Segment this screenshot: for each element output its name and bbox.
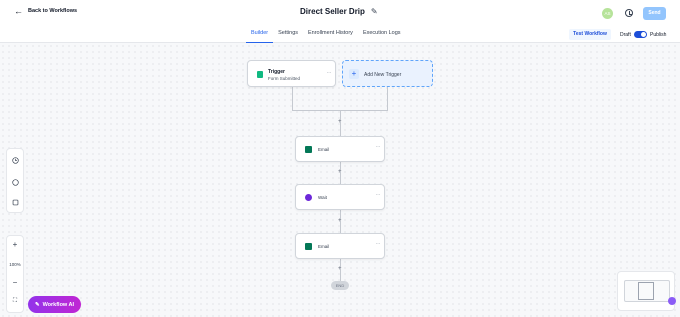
add-step-plus-icon[interactable]: + (338, 169, 342, 175)
fit-view-icon[interactable]: ⛶ (7, 298, 23, 305)
test-workflow-button[interactable]: Test Workflow (569, 29, 611, 40)
step-node-wait[interactable]: Wait ··· (295, 184, 385, 210)
email-icon (305, 146, 312, 153)
more-icon[interactable]: ··· (376, 144, 381, 150)
workflow-ai-label: Workflow AI (42, 301, 75, 308)
step-label: Email (318, 147, 330, 152)
back-to-workflows-link[interactable]: ← Back to Workflows (14, 6, 78, 16)
edit-pencil-icon[interactable]: ✎ (371, 7, 378, 16)
tab-builder[interactable]: Builder (246, 26, 274, 43)
add-step-plus-icon[interactable]: + (338, 266, 342, 272)
note-icon[interactable] (12, 199, 19, 206)
step-label: Wait (318, 195, 327, 200)
step-node-email[interactable]: Email ··· (295, 233, 385, 259)
back-label: Back to Workflows (28, 8, 78, 14)
publish-label: Publish (650, 32, 667, 38)
end-node: END (331, 281, 349, 290)
zoom-toolbar: + 100% − ⛶ (6, 235, 24, 313)
tabs: Builder Settings Enrollment History Exec… (246, 26, 406, 43)
draft-label: Draft (620, 32, 631, 38)
history-icon[interactable] (625, 9, 633, 17)
tab-enrollment-history[interactable]: Enrollment History (303, 26, 358, 43)
step-node-email[interactable]: Email ··· (295, 136, 385, 162)
add-step-plus-icon[interactable]: + (338, 218, 342, 224)
zoom-out-button[interactable]: − (7, 278, 23, 287)
trigger-subtitle: Form Submitted (268, 76, 301, 81)
add-trigger-label: Add New Trigger (364, 72, 402, 78)
more-icon[interactable]: ··· (376, 192, 381, 198)
workflow-title: Direct Seller Drip (300, 7, 365, 16)
email-icon (305, 243, 312, 250)
send-button[interactable]: Send (643, 7, 666, 20)
back-arrow-icon: ← (14, 6, 23, 16)
zoom-in-button[interactable]: + (7, 240, 23, 249)
clock-icon (305, 194, 312, 201)
zoom-level: 100% (9, 262, 21, 267)
minimap[interactable] (617, 271, 675, 311)
tab-settings[interactable]: Settings (273, 26, 303, 43)
comment-icon[interactable] (12, 179, 19, 186)
publish-toggle[interactable] (634, 31, 647, 38)
step-label: Email (318, 244, 330, 249)
history-icon[interactable] (12, 157, 19, 164)
add-new-trigger-button[interactable]: + Add New Trigger (342, 60, 433, 87)
side-toolbar (6, 148, 24, 213)
form-icon (257, 71, 263, 78)
trigger-node[interactable]: Trigger Form Submitted ··· (247, 60, 336, 87)
sub-bar: Builder Settings Enrollment History Exec… (0, 26, 680, 43)
top-bar: ← Back to Workflows Direct Seller Drip ✎… (0, 0, 680, 26)
minimap-viewport[interactable] (638, 282, 654, 300)
more-icon[interactable]: ··· (376, 241, 381, 247)
help-icon[interactable] (668, 297, 676, 305)
trigger-title: Trigger (268, 69, 285, 75)
tab-execution-logs[interactable]: Execution Logs (358, 26, 406, 43)
connector (387, 87, 388, 111)
connector (292, 87, 293, 111)
add-step-plus-icon[interactable]: + (338, 119, 342, 125)
sparkle-icon: ✎ (34, 301, 40, 308)
plus-icon: + (349, 69, 359, 79)
title-area: Direct Seller Drip ✎ (300, 7, 378, 16)
more-icon[interactable]: ··· (327, 70, 332, 76)
workflow-ai-button[interactable]: ✎ Workflow AI (28, 296, 81, 313)
avatar[interactable]: AS (602, 8, 613, 19)
